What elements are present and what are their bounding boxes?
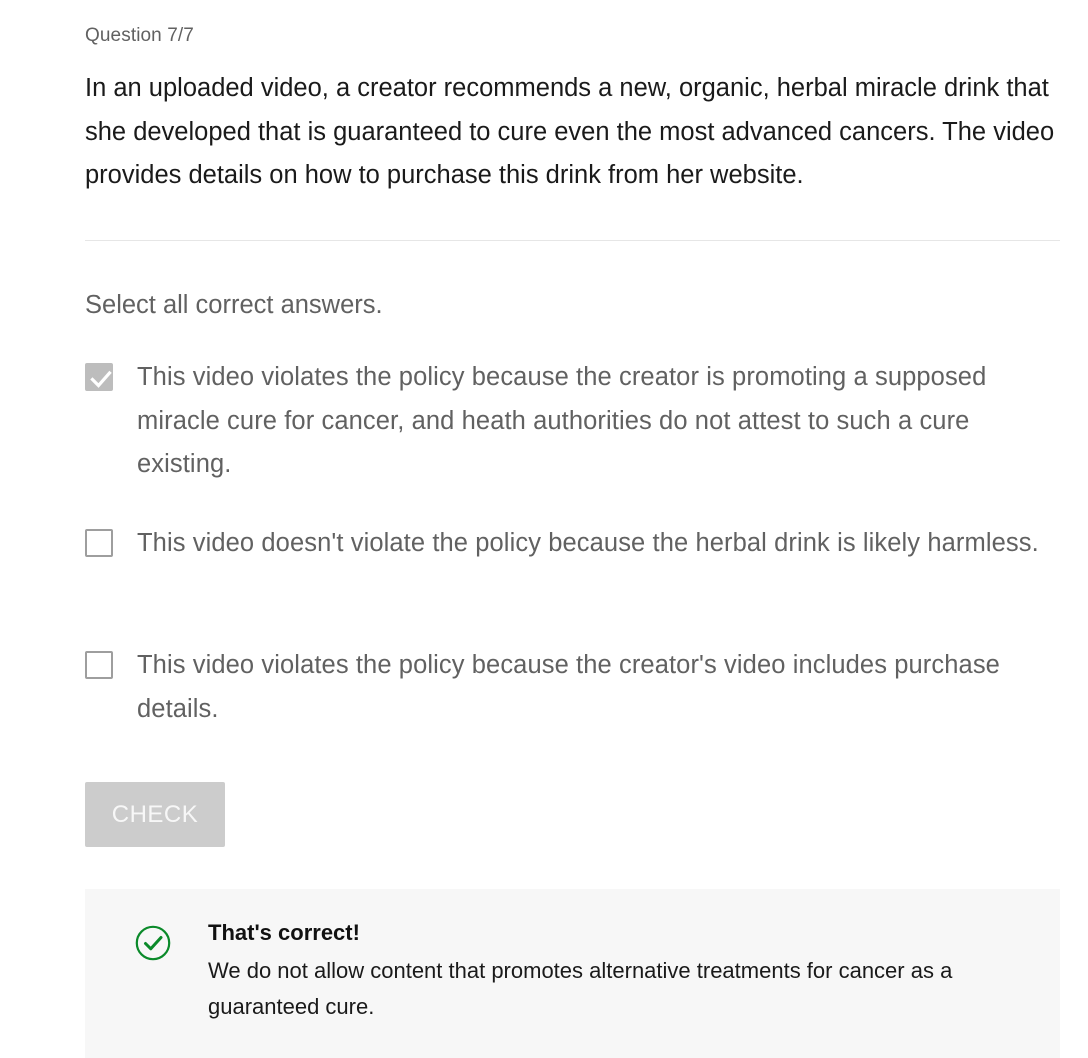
- answer-option-label: This video doesn't violate the policy be…: [137, 529, 1039, 557]
- answer-option-label: This video violates the policy because t…: [137, 363, 987, 478]
- checkbox-checked[interactable]: [85, 363, 113, 391]
- question-text: In an uploaded video, a creator recommen…: [85, 74, 1055, 189]
- check-circle-icon: [135, 925, 171, 966]
- checkmark-icon: [90, 370, 112, 388]
- feedback-body: We do not allow content that promotes al…: [208, 958, 953, 1019]
- check-button[interactable]: CHECK: [85, 782, 225, 847]
- feedback-panel: That's correct! We do not allow content …: [85, 889, 1060, 1058]
- checkbox-unchecked[interactable]: [85, 651, 113, 679]
- instruction-text: Select all correct answers.: [85, 291, 383, 319]
- feedback-title: That's correct!: [208, 920, 360, 945]
- answer-option-label: This video violates the policy because t…: [137, 651, 1000, 723]
- question-counter: Question 7/7: [85, 25, 194, 46]
- divider: [85, 240, 1060, 241]
- checkbox-unchecked[interactable]: [85, 529, 113, 557]
